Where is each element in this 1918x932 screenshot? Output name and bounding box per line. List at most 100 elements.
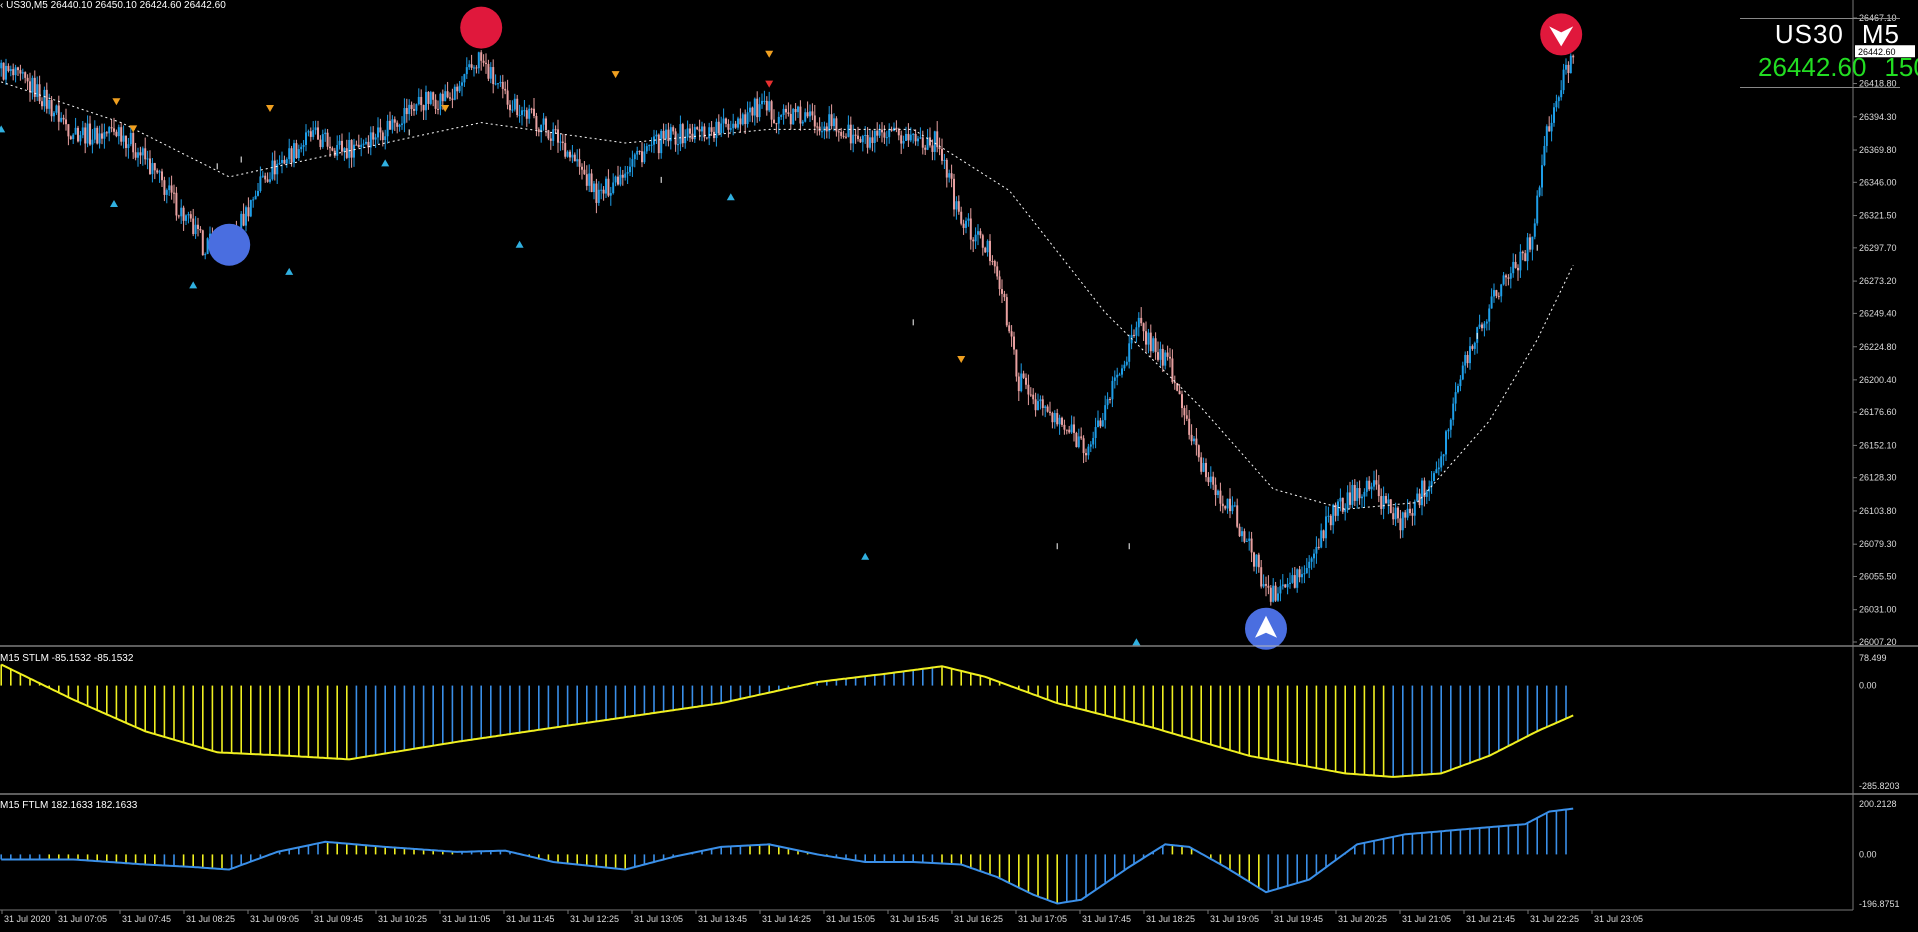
candle-body bbox=[626, 172, 629, 174]
candle-body bbox=[1233, 505, 1236, 507]
candle-body bbox=[1555, 101, 1558, 108]
candle-body bbox=[600, 189, 603, 191]
candle-body bbox=[1248, 538, 1251, 541]
x-tick-label: 31 Jul 07:05 bbox=[58, 914, 107, 924]
candle-body bbox=[705, 137, 708, 139]
candle-body bbox=[1404, 512, 1407, 518]
candle-body bbox=[1267, 585, 1270, 588]
candle-body bbox=[1080, 436, 1083, 439]
candle-body bbox=[9, 69, 12, 71]
candle-body bbox=[583, 169, 586, 175]
candle-body bbox=[1008, 325, 1011, 332]
candle-body bbox=[189, 214, 192, 219]
candle-body bbox=[881, 129, 883, 133]
candle-body bbox=[1217, 490, 1219, 496]
candle-body bbox=[185, 215, 187, 221]
candle-body bbox=[1205, 462, 1207, 478]
candle-body bbox=[1173, 382, 1176, 384]
candle-body bbox=[657, 134, 660, 154]
candle-body bbox=[1387, 499, 1390, 504]
candle-body bbox=[1145, 331, 1147, 345]
candle-body bbox=[1495, 290, 1498, 296]
candle-body bbox=[1466, 354, 1469, 364]
candle-body bbox=[972, 239, 975, 242]
candle-body bbox=[1416, 493, 1419, 502]
candle-body bbox=[434, 99, 437, 109]
candle-body bbox=[677, 144, 679, 146]
candle-body bbox=[175, 192, 178, 216]
candle-body bbox=[924, 147, 927, 150]
candle-body bbox=[1308, 561, 1311, 569]
candle-body bbox=[516, 98, 519, 115]
candle-body bbox=[453, 86, 456, 100]
x-tick-label: 31 Jul 17:45 bbox=[1082, 914, 1131, 924]
candle-body bbox=[168, 185, 171, 191]
candle-body bbox=[787, 112, 790, 114]
candle-body bbox=[777, 116, 780, 124]
candle-body bbox=[319, 139, 322, 147]
arrow-up-icon bbox=[1132, 638, 1141, 646]
candle-body bbox=[1533, 223, 1536, 237]
candle-body bbox=[266, 179, 269, 182]
candle-body bbox=[1339, 497, 1342, 502]
candle-body bbox=[93, 127, 96, 140]
ftlm-indicator-pane[interactable] bbox=[0, 807, 1574, 905]
candle-body bbox=[475, 67, 478, 69]
candle-body bbox=[1053, 413, 1056, 423]
candle-body bbox=[12, 69, 15, 76]
candle-body bbox=[31, 77, 34, 93]
candle-body bbox=[396, 122, 399, 127]
x-tick-label: 31 Jul 09:05 bbox=[250, 914, 299, 924]
candle-body bbox=[1548, 126, 1551, 132]
candle-body bbox=[1293, 575, 1296, 588]
candle-body bbox=[1358, 488, 1361, 499]
candle-body bbox=[1032, 394, 1035, 400]
candle-body bbox=[2, 62, 5, 80]
candle-body bbox=[1409, 508, 1411, 514]
candle-body bbox=[1231, 505, 1234, 512]
candle-body bbox=[1505, 275, 1507, 278]
price-line: 26442.60 150 bbox=[1740, 52, 1918, 83]
candle-body bbox=[357, 144, 360, 148]
candle-body bbox=[665, 129, 667, 139]
candle-body bbox=[89, 123, 91, 145]
candle-body bbox=[408, 104, 411, 115]
y-tick-label: 26007.20 bbox=[1859, 637, 1897, 647]
y-tick-label: 26200.40 bbox=[1859, 375, 1897, 385]
candle-body bbox=[1361, 496, 1363, 499]
y-tick-label: 26321.50 bbox=[1859, 211, 1897, 221]
candle-body bbox=[158, 171, 161, 173]
candle-body bbox=[909, 134, 912, 141]
candle-body bbox=[482, 60, 485, 63]
candle-body bbox=[965, 220, 967, 228]
candle-body bbox=[1140, 317, 1143, 324]
candle-body bbox=[374, 137, 377, 140]
y-tick-label: 26369.80 bbox=[1859, 145, 1897, 155]
main-price-pane[interactable] bbox=[0, 6, 1583, 650]
candle-body bbox=[485, 62, 487, 64]
candle-body bbox=[1406, 508, 1409, 518]
candle-body bbox=[621, 174, 624, 178]
stlm-indicator-pane[interactable] bbox=[0, 663, 1574, 778]
candle-body bbox=[468, 64, 471, 68]
candle-body bbox=[948, 173, 951, 178]
candle-body bbox=[1116, 374, 1119, 378]
candle-body bbox=[1315, 546, 1318, 554]
arrow-down-icon bbox=[611, 71, 620, 79]
candle-body bbox=[1219, 490, 1222, 504]
candle-body bbox=[1207, 477, 1210, 483]
candle-body bbox=[614, 176, 617, 183]
candle-body bbox=[581, 166, 583, 170]
candle-body bbox=[559, 141, 562, 143]
candle-body bbox=[1154, 338, 1157, 353]
candle-body bbox=[1142, 323, 1145, 332]
price-info-text: US30,M5 26440.10 26450.10 26424.60 26442… bbox=[6, 0, 226, 11]
ftlm-header: M15 FTLM 182.1633 182.1633 bbox=[0, 800, 138, 811]
candle-body bbox=[1411, 513, 1414, 516]
candle-body bbox=[293, 143, 295, 163]
x-tick-label: 31 Jul 22:25 bbox=[1530, 914, 1579, 924]
candle-body bbox=[883, 132, 886, 138]
chart-canvas[interactable]: 26467.1026442.6026418.8026394.3026369.80… bbox=[0, 0, 1918, 932]
candle-body bbox=[1305, 568, 1308, 574]
candle-body bbox=[1567, 64, 1570, 74]
